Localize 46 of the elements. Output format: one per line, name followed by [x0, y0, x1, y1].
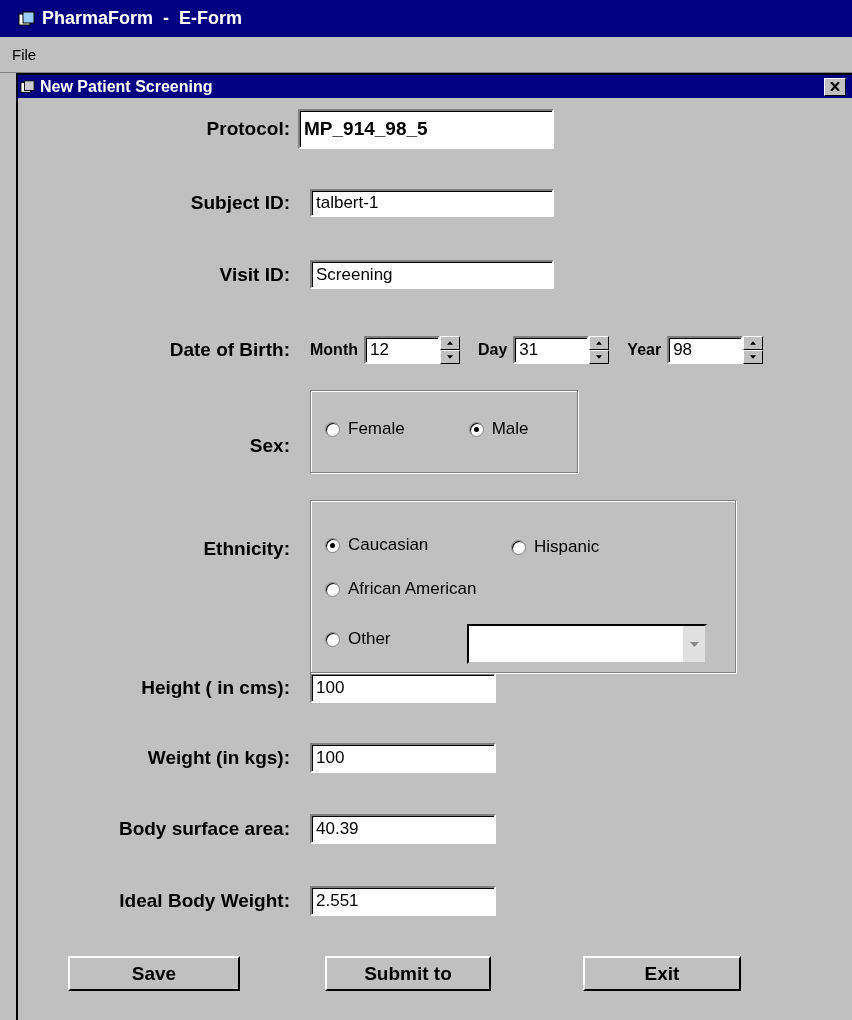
radio-label: Hispanic	[534, 537, 600, 557]
spin-buttons[interactable]	[589, 336, 610, 364]
radio-label: Male	[491, 419, 529, 439]
spin-buttons[interactable]	[440, 336, 460, 364]
field-label: Height ( in cms):	[140, 677, 290, 699]
spin-field[interactable]: 31	[513, 336, 590, 364]
form-button[interactable]: Submit to	[325, 956, 491, 991]
field-label: Ethnicity:	[202, 537, 290, 560]
field-label: Day	[478, 341, 508, 359]
radio-button[interactable]	[511, 539, 526, 555]
field-label: Weight (in kgs):	[146, 747, 290, 769]
app-icon	[18, 10, 36, 27]
close-icon	[830, 82, 840, 91]
field-label: Month	[310, 341, 358, 359]
text-field[interactable]: 40.39	[310, 814, 496, 844]
field-label: Date of Birth:	[168, 339, 290, 361]
spin-field[interactable]: 12	[364, 336, 440, 364]
text-field[interactable]: MP_914_98_5	[298, 109, 554, 149]
radio-label: Female	[348, 419, 405, 439]
form-button[interactable]: Save	[68, 956, 240, 991]
form-button[interactable]: Exit	[583, 956, 741, 991]
spin-field[interactable]: 98	[667, 336, 744, 364]
radio-button[interactable]	[468, 421, 484, 437]
radio-button[interactable]	[325, 421, 340, 437]
field-label: Subject ID:	[189, 192, 290, 214]
text-field[interactable]: Screening	[310, 260, 554, 289]
field-label: Body surface area:	[117, 818, 290, 840]
dropdown-field[interactable]	[467, 624, 707, 664]
radio-label: Caucasian	[348, 535, 429, 555]
text-field[interactable]: 2.551	[310, 886, 496, 916]
radio-label: African American	[348, 579, 477, 599]
text-field[interactable]: 100	[310, 743, 496, 773]
field-label: Year	[627, 341, 662, 359]
menu-item[interactable]: File	[8, 46, 41, 63]
field-label: Protocol:	[205, 118, 290, 140]
field-label: Sex:	[248, 435, 290, 458]
field-label: Visit ID:	[218, 263, 290, 286]
dialog-title: New Patient Screening	[40, 78, 214, 95]
spin-buttons[interactable]	[743, 336, 764, 364]
text-field[interactable]: 100	[310, 673, 496, 703]
radio-label: Other	[348, 629, 391, 649]
dropdown-arrow-icon	[689, 641, 699, 647]
field-label: Ideal Body Weight:	[118, 890, 290, 912]
text-field[interactable]: talbert-1	[310, 189, 554, 217]
window-title: PharmaForm - E-Form	[42, 8, 243, 29]
close-button[interactable]	[824, 77, 846, 96]
